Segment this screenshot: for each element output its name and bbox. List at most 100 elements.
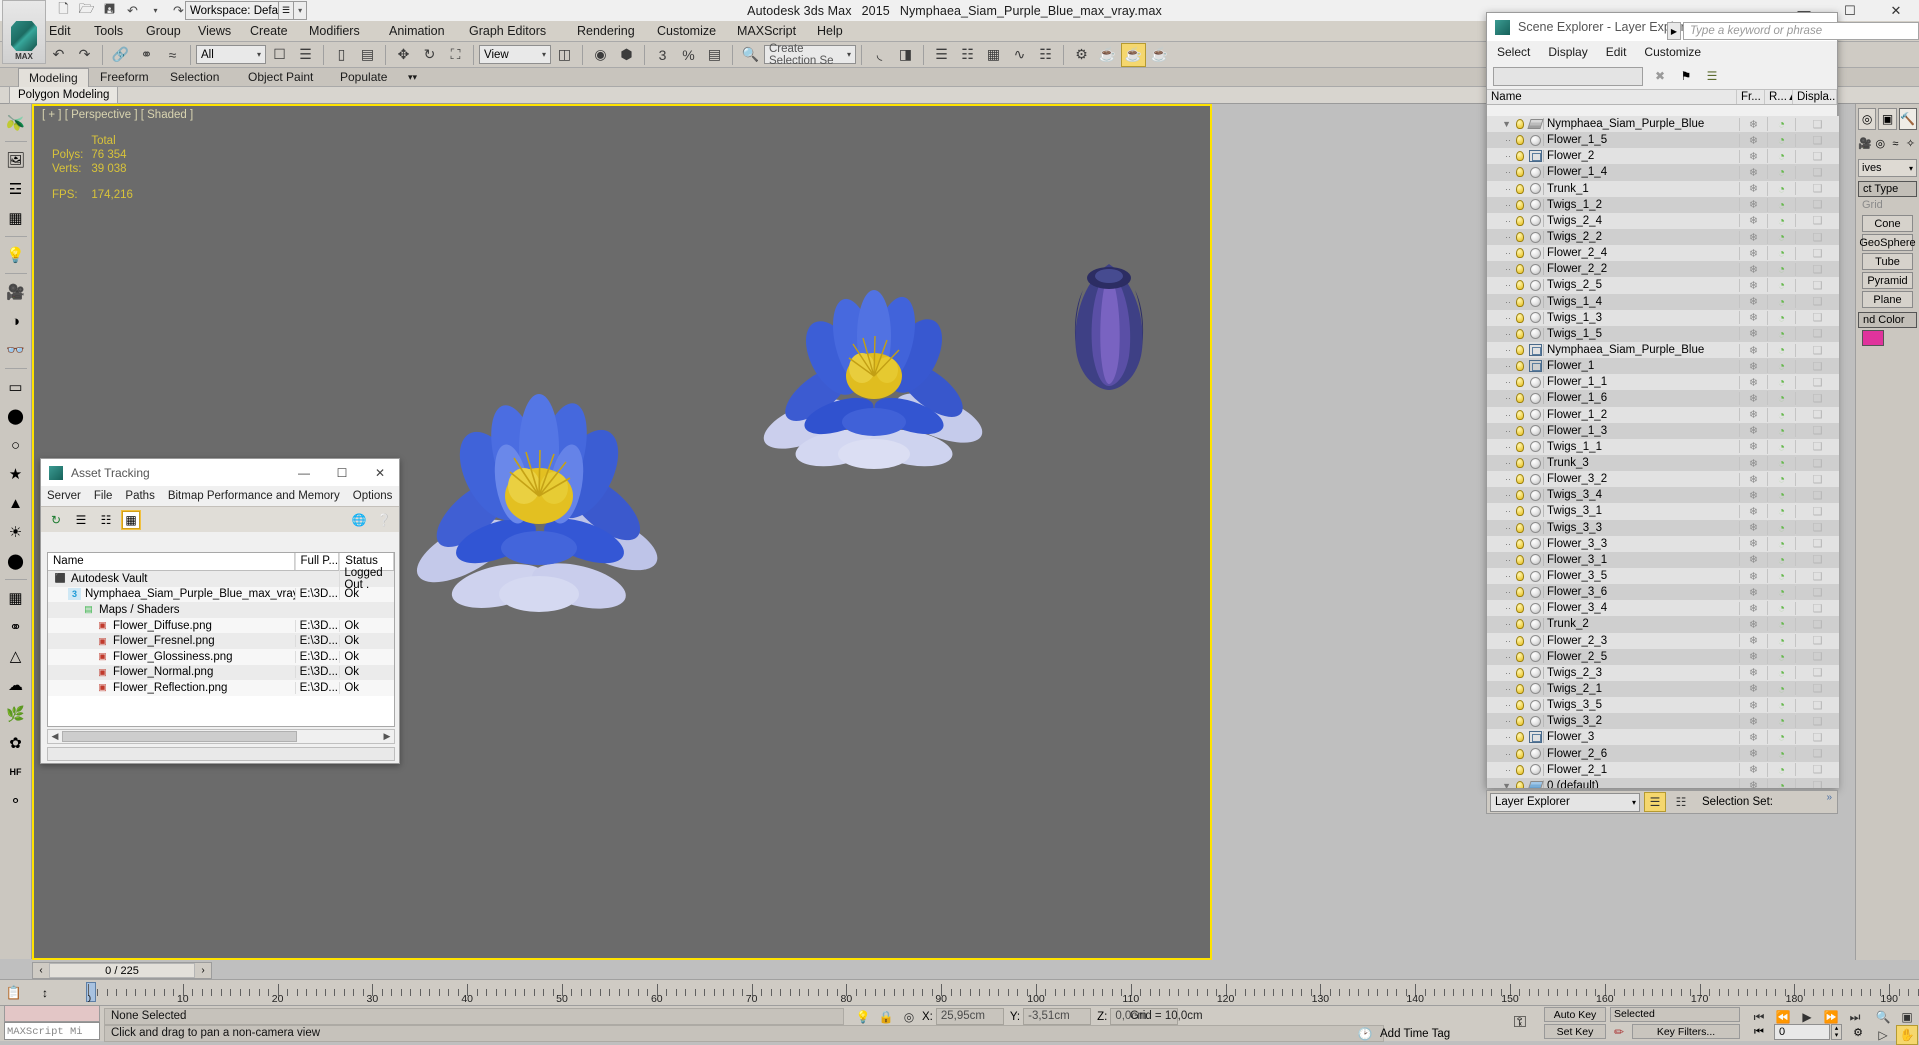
layer-explorer-icon[interactable]: ☰ [1644,792,1666,812]
light-bulb-icon[interactable] [1513,716,1527,727]
light-bulb-icon[interactable] [1513,651,1527,662]
scene-explorer-search-input[interactable] [1493,66,1643,86]
freeze-toggle-icon[interactable]: ❄ [1739,262,1767,276]
scene-explorer-row[interactable]: ·· Twigs_2_5 ❄ ◔ ❑ [1487,277,1839,294]
light-bulb-icon[interactable] [1513,474,1527,485]
scene-explorer-row[interactable]: ·· Flower_2_3 ❄ ◔ ❑ [1487,632,1839,649]
render-setup-icon[interactable]: ☕ [1095,43,1120,67]
column-header-display[interactable]: Displa... [1793,90,1837,104]
scene-explorer-row[interactable]: ·· Flower_1_4 ❄ ◔ ❑ [1487,164,1839,181]
asset-table-row[interactable]: ▣ Flower_Reflection.png E:\3D... Ok [48,680,394,696]
freeze-toggle-icon[interactable]: ❄ [1739,682,1767,696]
bind-spacewarp-icon[interactable]: ≈ [160,43,185,67]
select-link-icon[interactable]: 🔗 [108,43,133,67]
scene-explorer-row[interactable]: ·· Flower_1_1 ❄ ◔ ❑ [1487,374,1839,391]
scene-explorer-row[interactable]: ·· Flower_3_3 ❄ ◔ ❑ [1487,535,1839,552]
geosphere-button[interactable]: GeoSphere [1859,234,1916,251]
asset-table-row[interactable]: ▣ Flower_Diffuse.png E:\3D... Ok [48,617,394,634]
light-bulb-icon[interactable] [1513,119,1527,130]
key-filters-button[interactable]: Key Filters... [1632,1024,1740,1039]
scene-explorer-row[interactable]: ·· Flower_1_5 ❄ ◔ ❑ [1487,132,1839,149]
renderable-toggle-icon[interactable]: ◔ [1767,569,1795,583]
light-bulb-icon[interactable] [1513,458,1527,469]
renderable-toggle-icon[interactable]: ◔ [1767,488,1795,503]
renderable-toggle-icon[interactable]: ◔ [1767,536,1795,551]
ribbon-toggle-icon[interactable]: ▦ [981,43,1006,67]
tube-button[interactable]: Tube [1862,253,1913,270]
renderable-toggle-icon[interactable]: ◔ [1767,552,1795,567]
renderable-toggle-icon[interactable]: ◔ [1767,601,1795,616]
freeze-toggle-icon[interactable]: ❄ [1739,472,1767,486]
prev-frame-arrow-icon[interactable]: ‹ [33,965,49,976]
tab-populate[interactable]: Populate [330,68,397,87]
y-coordinate-field[interactable]: Y: -3,51cm [1010,1008,1092,1025]
hf-icon[interactable]: HF [3,759,29,785]
scene-explorer-row[interactable]: ·· Twigs_1_1 ❄ ◔ ❑ [1487,438,1839,455]
menu-bitmap-performance[interactable]: Bitmap Performance and Memory [168,490,340,502]
display-as-box-icon[interactable]: ❑ [1795,408,1839,422]
select-by-name-icon[interactable]: ☰ [293,43,318,67]
display-as-box-icon[interactable]: ❑ [1795,456,1839,470]
renderable-toggle-icon[interactable]: ◔ [1767,343,1795,358]
scroll-right-arrow-icon[interactable]: ▶ [380,731,394,742]
menu-graph-editors[interactable]: Graph Editors [462,21,553,42]
scene-explorer-row[interactable]: ·· Twigs_1_3 ❄ ◔ ❑ [1487,309,1839,326]
key-mode-toggle-icon[interactable]: ⏮ [1748,1025,1770,1040]
ellipse-icon[interactable]: ○ [3,432,29,458]
freeze-toggle-icon[interactable]: ❄ [1739,537,1767,551]
light-bulb-icon[interactable] [1513,425,1527,436]
renderable-toggle-icon[interactable]: ◔ [1767,181,1795,196]
freeze-toggle-icon[interactable]: ❄ [1739,375,1767,389]
material-editor-icon[interactable]: ⚙ [1069,43,1094,67]
display-as-box-icon[interactable]: ❑ [1795,650,1839,664]
menu-animation[interactable]: Animation [382,21,452,42]
reference-coordinate-combo[interactable]: View ▾ [479,45,551,64]
menu-modifiers[interactable]: Modifiers [302,21,367,42]
freeze-toggle-icon[interactable]: ❄ [1739,230,1767,244]
scroll-left-arrow-icon[interactable]: ◀ [48,731,62,742]
keyword-search-input[interactable]: Type a keyword or phrase [1683,22,1919,40]
mirror-icon[interactable]: ◟ [867,43,892,67]
layers-icon[interactable]: ☰ [1703,67,1721,85]
light-bulb-icon[interactable] [1513,232,1527,243]
render-production-icon[interactable]: ☕ [1147,43,1172,67]
renderable-toggle-icon[interactable]: ◔ [1767,262,1795,277]
freeze-toggle-icon[interactable]: ❄ [1739,343,1767,357]
list-view-icon[interactable]: ☲ [3,176,29,202]
schematic-icon[interactable]: ☷ [1670,792,1692,812]
renderable-toggle-icon[interactable]: ◔ [1767,230,1795,245]
open-file-icon[interactable]: 🗁 [77,1,96,19]
select-move-icon[interactable]: ✥ [391,43,416,67]
asset-table-row[interactable]: ▣ Flower_Normal.png E:\3D... Ok [48,664,394,681]
layer-manager-icon[interactable]: ☷ [955,43,980,67]
freeze-toggle-icon[interactable]: ❄ [1739,133,1767,147]
tab-modeling[interactable]: Modeling [18,68,89,87]
light-bulb-icon[interactable] [1513,667,1527,678]
snaps-toggle-icon[interactable]: ⬢ [614,43,639,67]
freeze-toggle-icon[interactable]: ❄ [1739,408,1767,422]
freeze-toggle-icon[interactable]: ❄ [1739,295,1767,309]
freeze-toggle-icon[interactable]: ❄ [1739,278,1767,292]
light-bulb-icon[interactable] [1513,587,1527,598]
auto-key-button[interactable]: Auto Key [1544,1007,1606,1022]
display-as-box-icon[interactable]: ❑ [1795,440,1839,454]
freeze-toggle-icon[interactable]: ❄ [1739,488,1767,502]
display-as-box-icon[interactable]: ❑ [1795,424,1839,438]
light-bulb-icon[interactable] [1513,538,1527,549]
light-bulb-icon[interactable] [1513,683,1527,694]
light-bulb-icon[interactable] [1513,280,1527,291]
light-bulb-icon[interactable] [1513,441,1527,452]
display-as-box-icon[interactable]: ❑ [1795,391,1839,405]
scene-explorer-row[interactable]: ·· Twigs_1_2 ❄ ◔ ❑ [1487,196,1839,213]
explorer-mode-combo[interactable]: Layer Explorer ▾ [1490,792,1640,812]
light-bulb-icon[interactable] [1513,377,1527,388]
sun-icon[interactable]: ☀ [3,519,29,545]
grid-array-icon[interactable]: ▦ [3,585,29,611]
renderable-toggle-icon[interactable]: ◔ [1767,149,1795,164]
rect-select-region-icon[interactable]: ▯ [329,43,354,67]
go-to-start-icon[interactable]: ⏮ [1748,1007,1770,1027]
light-bulb-icon[interactable] [1513,135,1527,146]
tab-object-paint[interactable]: Object Paint [238,68,323,87]
undo-dropdown-icon[interactable]: ▾ [146,2,165,19]
key-pencil-icon[interactable]: ✏ [1610,1024,1628,1039]
